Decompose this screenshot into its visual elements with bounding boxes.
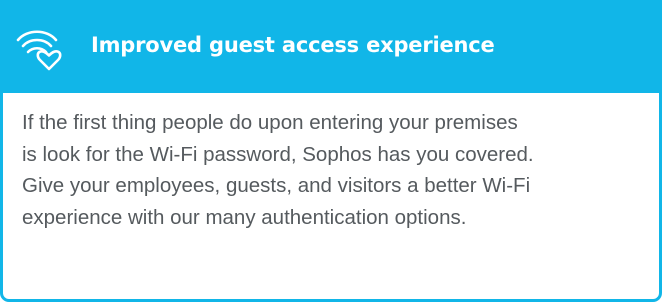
wifi-heart-icon — [16, 30, 62, 71]
description-line: is look for the Wi-Fi password, Sophos h… — [22, 142, 534, 166]
card-title: Improved guest access experience — [91, 33, 495, 57]
description-line: Give your employees, guests, and visitor… — [22, 174, 531, 197]
description-line: If the first thing people do upon enteri… — [22, 111, 518, 134]
card-description: If the first thing people do upon enteri… — [22, 107, 652, 233]
description-line: experience with our many authentication … — [22, 205, 467, 229]
card-body: If the first thing people do upon enteri… — [0, 93, 662, 302]
feature-card: Improved guest access experience If the … — [0, 0, 662, 302]
card-header: Improved guest access experience — [0, 0, 662, 93]
